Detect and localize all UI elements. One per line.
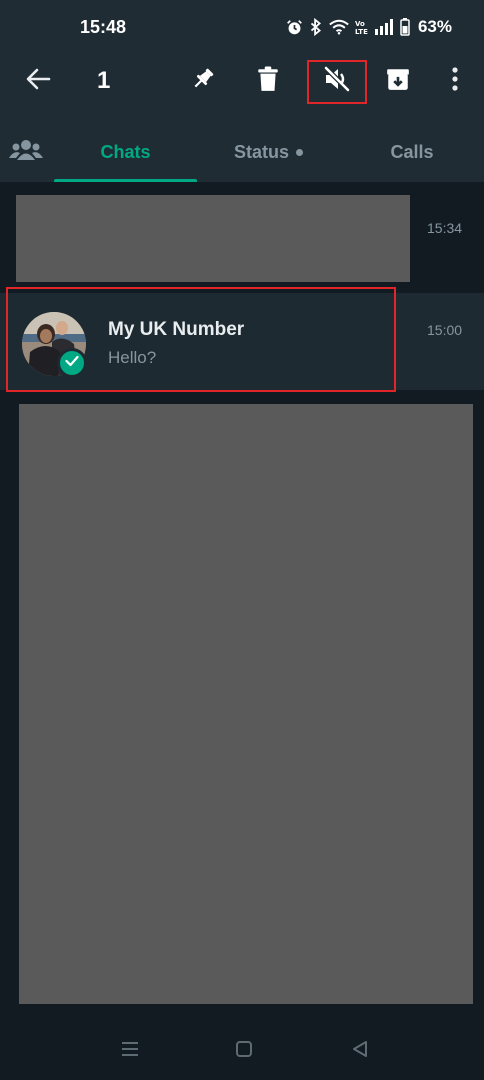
tab-bar: Chats Status Calls xyxy=(0,122,484,182)
tab-calls[interactable]: Calls xyxy=(340,122,484,182)
redacted-chat-content xyxy=(16,195,410,282)
archive-button[interactable] xyxy=(378,56,418,106)
selection-toolbar: 1 xyxy=(0,56,484,106)
pin-button[interactable] xyxy=(183,56,223,106)
tab-calls-label: Calls xyxy=(390,141,434,162)
delete-button[interactable] xyxy=(248,56,288,106)
status-icons: Vo LTE 63% xyxy=(286,17,452,37)
status-time: 15:48 xyxy=(80,17,127,37)
bluetooth-icon xyxy=(309,18,323,36)
svg-text:LTE: LTE xyxy=(355,28,368,36)
back-button[interactable] xyxy=(18,56,58,106)
status-update-dot xyxy=(296,148,303,156)
status-bar: 15:48 Vo LTE 63% xyxy=(0,0,484,56)
tab-status-label: Status xyxy=(233,141,289,162)
chat-row-redacted[interactable]: 15:34 xyxy=(0,182,484,288)
pin-icon xyxy=(190,66,216,97)
chat-time: 15:00 xyxy=(427,322,463,338)
selected-count: 1 xyxy=(97,67,111,94)
battery-percent: 63% xyxy=(417,17,452,36)
wifi-icon xyxy=(329,19,349,35)
alarm-icon xyxy=(286,19,303,36)
chat-time: 15:34 xyxy=(427,220,463,236)
tab-chats-label: Chats xyxy=(100,141,151,162)
signal-icon xyxy=(374,19,394,35)
home-button[interactable] xyxy=(230,1038,258,1064)
archive-icon xyxy=(385,66,411,97)
recent-apps-button[interactable] xyxy=(116,1038,144,1064)
menu-lines-icon xyxy=(120,1041,140,1062)
selected-chat-highlight-box xyxy=(6,287,396,392)
whatsapp-screen: 15:48 Vo LTE 63% 1 Chats Status Calls 15… xyxy=(0,0,484,1080)
mute-highlight-box xyxy=(307,60,367,104)
battery-icon xyxy=(400,18,410,36)
home-square-icon xyxy=(235,1040,253,1063)
community-icon xyxy=(9,139,43,166)
tab-community[interactable] xyxy=(0,122,52,182)
back-arrow-icon xyxy=(25,67,51,96)
svg-text:Vo: Vo xyxy=(355,20,365,28)
redacted-chat-list xyxy=(19,404,473,1004)
tab-chats[interactable]: Chats xyxy=(54,122,197,182)
more-options-icon xyxy=(452,66,458,96)
tab-status[interactable]: Status xyxy=(197,122,340,182)
system-nav-bar xyxy=(0,1020,484,1080)
more-options-button[interactable] xyxy=(440,56,470,106)
volte-icon: Vo LTE xyxy=(355,18,368,36)
back-nav-button[interactable] xyxy=(346,1038,374,1064)
back-triangle-icon xyxy=(351,1040,369,1063)
delete-icon xyxy=(257,66,279,97)
